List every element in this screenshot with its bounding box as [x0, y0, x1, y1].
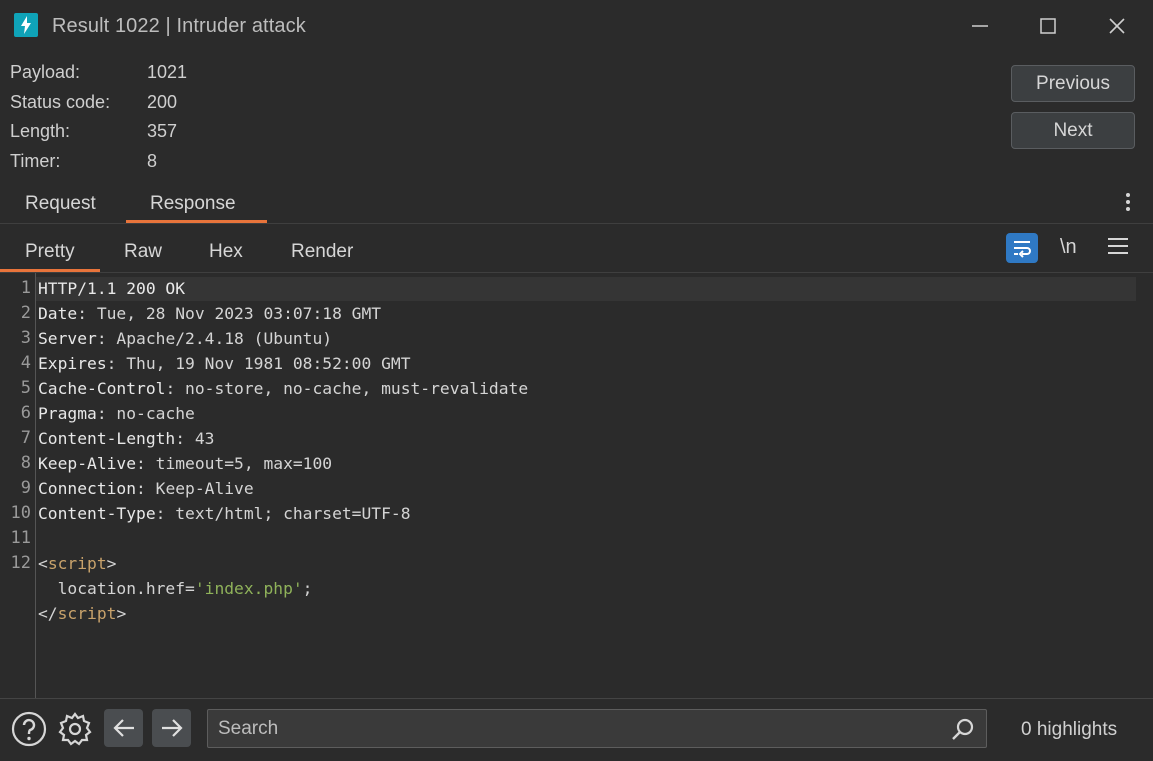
code-line: HTTP/1.1 200 OK — [38, 279, 185, 298]
status-line: HTTP/1.1 200 OK — [38, 279, 186, 298]
header-key: Keep-Alive — [38, 454, 137, 473]
header-key: Server — [38, 329, 97, 348]
code-line: </script> — [38, 604, 126, 623]
script-code: ; — [302, 579, 313, 598]
header-key: Cache-Control — [38, 379, 166, 398]
line-number: 11 — [10, 528, 31, 548]
tab-hex[interactable]: Hex — [209, 241, 243, 263]
show-newlines-button[interactable]: \n — [1060, 236, 1077, 259]
line-number: 3 — [20, 328, 31, 348]
line-number: 6 — [20, 403, 31, 423]
current-line-highlight — [36, 277, 1136, 301]
minimize-icon[interactable] — [960, 10, 1000, 42]
header-value: : no-cache — [96, 404, 195, 423]
tag-bracket: < — [38, 554, 48, 573]
header-value: : timeout=5, max=100 — [136, 454, 333, 473]
line-number: 10 — [10, 503, 31, 523]
divider — [0, 223, 1153, 224]
line-number: 8 — [20, 453, 31, 473]
forward-arrow-button[interactable] — [152, 709, 191, 747]
tag-bracket: </ — [38, 604, 58, 623]
header-value: : no-store, no-cache, must-revalidate — [165, 379, 529, 398]
header-key: Expires — [38, 354, 107, 373]
script-tag: script — [57, 604, 117, 623]
settings-gear-icon[interactable] — [57, 711, 93, 747]
line-number: 12 — [10, 553, 31, 573]
tag-bracket: > — [106, 554, 117, 573]
timer-value: 8 — [147, 151, 158, 171]
line-number: 1 — [20, 278, 31, 298]
code-line: Date: Tue, 28 Nov 2023 03:07:18 GMT — [38, 304, 381, 323]
window-title: Result 1022 | Intruder attack — [52, 15, 306, 37]
tab-render[interactable]: Render — [291, 241, 353, 263]
header-value: : Keep-Alive — [136, 479, 254, 498]
previous-button[interactable]: Previous — [1011, 65, 1135, 102]
string-literal: 'index.php' — [194, 579, 303, 598]
header-key: Content-Type — [38, 504, 156, 523]
code-line: Connection: Keep-Alive — [38, 479, 254, 498]
length-value: 357 — [147, 121, 178, 141]
header-key: Connection — [38, 479, 137, 498]
line-number: 7 — [20, 428, 31, 448]
back-arrow-button[interactable] — [104, 709, 143, 747]
tab-pretty[interactable]: Pretty — [25, 241, 75, 263]
code-line: Keep-Alive: timeout=5, max=100 — [38, 454, 332, 473]
header-key: Content-Length — [38, 429, 176, 448]
maximize-icon[interactable] — [1028, 10, 1068, 42]
code-line: Pragma: no-cache — [38, 404, 195, 423]
line-number: 5 — [20, 378, 31, 398]
code-line: Server: Apache/2.4.18 (Ubuntu) — [38, 329, 332, 348]
code-line: Expires: Thu, 19 Nov 1981 08:52:00 GMT — [38, 354, 411, 373]
highlights-count: 0 highlights — [1021, 719, 1118, 740]
code-line: <script> — [38, 554, 116, 573]
search-input[interactable] — [218, 718, 938, 740]
hamburger-menu-icon[interactable] — [1108, 238, 1128, 258]
code-line: Cache-Control: no-store, no-cache, must-… — [38, 379, 528, 398]
code-line: Content-Type: text/html; charset=UTF-8 — [38, 504, 411, 523]
help-icon[interactable] — [11, 711, 47, 747]
script-tag: script — [47, 554, 107, 573]
gutter-divider — [35, 273, 36, 698]
tag-bracket: > — [116, 604, 127, 623]
tab-response[interactable]: Response — [150, 193, 236, 215]
more-options-icon[interactable] — [1118, 190, 1138, 218]
line-number: 2 — [20, 303, 31, 323]
line-number: 9 — [20, 478, 31, 498]
code-line: location.href='index.php'; — [38, 579, 313, 598]
status-code-label: Status code: — [10, 92, 111, 112]
search-box[interactable] — [207, 709, 987, 748]
next-button[interactable]: Next — [1011, 112, 1135, 149]
payload-label: Payload: — [10, 62, 81, 82]
header-key: Pragma — [38, 404, 97, 423]
script-code: location.href= — [38, 579, 195, 598]
tab-raw[interactable]: Raw — [124, 241, 162, 263]
timer-label: Timer: — [10, 151, 61, 171]
burp-lightning-icon — [14, 13, 38, 37]
search-icon[interactable] — [950, 716, 976, 747]
header-value: : Apache/2.4.18 (Ubuntu) — [96, 329, 333, 348]
close-icon[interactable] — [1097, 10, 1137, 42]
code-line: Content-Length: 43 — [38, 429, 214, 448]
line-number: 4 — [20, 353, 31, 373]
word-wrap-icon[interactable] — [1006, 233, 1038, 263]
header-value: : Tue, 28 Nov 2023 03:07:18 GMT — [77, 304, 382, 323]
header-value: : text/html; charset=UTF-8 — [155, 504, 411, 523]
payload-value: 1021 — [147, 62, 188, 82]
header-value: : Thu, 19 Nov 1981 08:52:00 GMT — [106, 354, 411, 373]
header-key: Date — [38, 304, 78, 323]
tab-request[interactable]: Request — [25, 193, 96, 215]
header-value: : 43 — [175, 429, 215, 448]
status-code-value: 200 — [147, 92, 178, 112]
length-label: Length: — [10, 121, 71, 141]
